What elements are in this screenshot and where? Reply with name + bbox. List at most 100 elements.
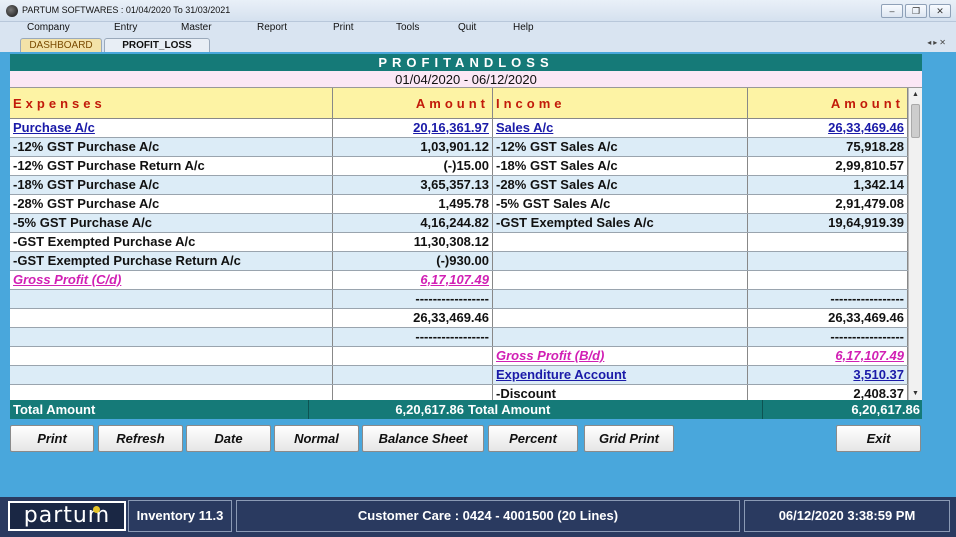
- expense-name-cell[interactable]: [10, 328, 333, 346]
- tab-scroll-arrows-icon[interactable]: ◂▸✕: [927, 38, 948, 47]
- table-row[interactable]: -GST Exempted Purchase Return A/c (-)930.…: [10, 252, 908, 271]
- expense-name-cell[interactable]: -5% GST Purchase A/c: [10, 214, 333, 232]
- menu-master[interactable]: Master: [181, 22, 212, 33]
- expense-amount-cell[interactable]: 1,03,901.12: [333, 138, 493, 156]
- scroll-thumb[interactable]: [911, 104, 920, 138]
- menu-quit[interactable]: Quit: [458, 22, 476, 33]
- restore-button[interactable]: ❐: [905, 4, 927, 18]
- scroll-up-icon[interactable]: ▲: [909, 88, 922, 101]
- menu-entry[interactable]: Entry: [114, 22, 137, 33]
- table-row[interactable]: 26,33,469.46 26,33,469.46: [10, 309, 908, 328]
- income-name-cell[interactable]: [493, 309, 748, 327]
- expense-amount-cell[interactable]: 3,65,357.13: [333, 176, 493, 194]
- income-amount-cell[interactable]: 75,918.28: [748, 138, 908, 156]
- income-name-cell[interactable]: -Discount: [493, 385, 748, 400]
- income-amount-cell[interactable]: [748, 271, 908, 289]
- balance-sheet-button[interactable]: Balance Sheet: [362, 425, 484, 452]
- menu-help[interactable]: Help: [513, 22, 534, 33]
- table-row[interactable]: Gross Profit (B/d) 6,17,107.49: [10, 347, 908, 366]
- expense-name-cell[interactable]: Gross Profit (C/d): [10, 271, 333, 289]
- income-amount-cell[interactable]: [748, 252, 908, 270]
- menu-company[interactable]: Company: [27, 22, 70, 33]
- tab-dashboard[interactable]: DASHBOARD: [20, 38, 102, 52]
- expense-amount-cell[interactable]: 1,495.78: [333, 195, 493, 213]
- expense-name-cell[interactable]: -12% GST Purchase Return A/c: [10, 157, 333, 175]
- expense-name-cell[interactable]: [10, 385, 333, 400]
- income-name-cell[interactable]: Gross Profit (B/d): [493, 347, 748, 365]
- expense-name-cell[interactable]: -28% GST Purchase A/c: [10, 195, 333, 213]
- tab-profit-loss[interactable]: PROFIT_LOSS: [104, 38, 210, 52]
- close-button[interactable]: ✕: [929, 4, 951, 18]
- expense-amount-cell[interactable]: [333, 347, 493, 365]
- income-name-cell[interactable]: [493, 290, 748, 308]
- income-name-cell[interactable]: -18% GST Sales A/c: [493, 157, 748, 175]
- income-amount-cell[interactable]: 26,33,469.46: [748, 309, 908, 327]
- income-name-cell[interactable]: Sales A/c: [493, 119, 748, 137]
- refresh-button[interactable]: Refresh: [98, 425, 183, 452]
- income-amount-cell[interactable]: 19,64,919.39: [748, 214, 908, 232]
- expense-amount-cell[interactable]: [333, 385, 493, 400]
- income-name-cell[interactable]: [493, 328, 748, 346]
- scroll-down-icon[interactable]: ▼: [909, 387, 922, 400]
- expense-name-cell[interactable]: -18% GST Purchase A/c: [10, 176, 333, 194]
- expense-name-cell[interactable]: [10, 347, 333, 365]
- expense-amount-cell[interactable]: (-)15.00: [333, 157, 493, 175]
- table-row[interactable]: Purchase A/c 20,16,361.97 Sales A/c 26,33,4…: [10, 119, 908, 138]
- income-name-cell[interactable]: [493, 233, 748, 251]
- income-amount-cell[interactable]: 26,33,469.46: [748, 119, 908, 137]
- exit-button[interactable]: Exit: [836, 425, 921, 452]
- income-amount-cell[interactable]: -----------------: [748, 328, 908, 346]
- expense-amount-cell[interactable]: [333, 366, 493, 384]
- expense-amount-cell[interactable]: 6,17,107.49: [333, 271, 493, 289]
- income-name-cell[interactable]: [493, 271, 748, 289]
- table-row[interactable]: -18% GST Purchase A/c 3,65,357.13 -28% GST…: [10, 176, 908, 195]
- expense-name-cell[interactable]: [10, 309, 333, 327]
- print-button[interactable]: Print: [10, 425, 94, 452]
- expense-name-cell[interactable]: Purchase A/c: [10, 119, 333, 137]
- table-row[interactable]: Gross Profit (C/d) 6,17,107.49: [10, 271, 908, 290]
- table-row[interactable]: -12% GST Purchase A/c 1,03,901.12 -12% GST…: [10, 138, 908, 157]
- normal-button[interactable]: Normal: [274, 425, 359, 452]
- expense-name-cell[interactable]: -GST Exempted Purchase A/c: [10, 233, 333, 251]
- table-row[interactable]: Expenditure Account 3,510.37: [10, 366, 908, 385]
- income-amount-cell[interactable]: 3,510.37: [748, 366, 908, 384]
- expense-amount-cell[interactable]: (-)930.00: [333, 252, 493, 270]
- income-name-cell[interactable]: [493, 252, 748, 270]
- menu-report[interactable]: Report: [257, 22, 287, 33]
- income-amount-cell[interactable]: [748, 233, 908, 251]
- income-amount-cell[interactable]: 2,99,810.57: [748, 157, 908, 175]
- percent-button[interactable]: Percent: [488, 425, 578, 452]
- income-amount-cell[interactable]: 1,342.14: [748, 176, 908, 194]
- table-row[interactable]: -GST Exempted Purchase A/c 11,30,308.12: [10, 233, 908, 252]
- income-amount-cell[interactable]: -----------------: [748, 290, 908, 308]
- expense-name-cell[interactable]: [10, 290, 333, 308]
- expense-amount-cell[interactable]: -----------------: [333, 290, 493, 308]
- expense-amount-cell[interactable]: 26,33,469.46: [333, 309, 493, 327]
- expense-name-cell[interactable]: -12% GST Purchase A/c: [10, 138, 333, 156]
- table-row[interactable]: -12% GST Purchase Return A/c (-)15.00 -18%…: [10, 157, 908, 176]
- expense-amount-cell[interactable]: 20,16,361.97: [333, 119, 493, 137]
- expense-name-cell[interactable]: -GST Exempted Purchase Return A/c: [10, 252, 333, 270]
- expense-amount-cell[interactable]: -----------------: [333, 328, 493, 346]
- income-amount-cell[interactable]: 2,408.37: [748, 385, 908, 400]
- menu-print[interactable]: Print: [333, 22, 354, 33]
- minimize-button[interactable]: –: [881, 4, 903, 18]
- income-amount-cell[interactable]: 6,17,107.49: [748, 347, 908, 365]
- income-amount-cell[interactable]: 2,91,479.08: [748, 195, 908, 213]
- expense-amount-cell[interactable]: 4,16,244.82: [333, 214, 493, 232]
- table-row[interactable]: ----------------- -----------------: [10, 328, 908, 347]
- vertical-scrollbar[interactable]: ▲ ▼: [908, 88, 922, 400]
- income-name-cell[interactable]: Expenditure Account: [493, 366, 748, 384]
- table-row[interactable]: -28% GST Purchase A/c 1,495.78 -5% GST Sal…: [10, 195, 908, 214]
- table-row[interactable]: -Discount 2,408.37: [10, 385, 908, 400]
- menu-tools[interactable]: Tools: [396, 22, 419, 33]
- table-row[interactable]: -5% GST Purchase A/c 4,16,244.82 -GST Exem…: [10, 214, 908, 233]
- grid-print-button[interactable]: Grid Print: [584, 425, 674, 452]
- income-name-cell[interactable]: -12% GST Sales A/c: [493, 138, 748, 156]
- income-name-cell[interactable]: -GST Exempted Sales A/c: [493, 214, 748, 232]
- date-button[interactable]: Date: [186, 425, 271, 452]
- table-row[interactable]: ----------------- -----------------: [10, 290, 908, 309]
- income-name-cell[interactable]: -28% GST Sales A/c: [493, 176, 748, 194]
- expense-amount-cell[interactable]: 11,30,308.12: [333, 233, 493, 251]
- income-name-cell[interactable]: -5% GST Sales A/c: [493, 195, 748, 213]
